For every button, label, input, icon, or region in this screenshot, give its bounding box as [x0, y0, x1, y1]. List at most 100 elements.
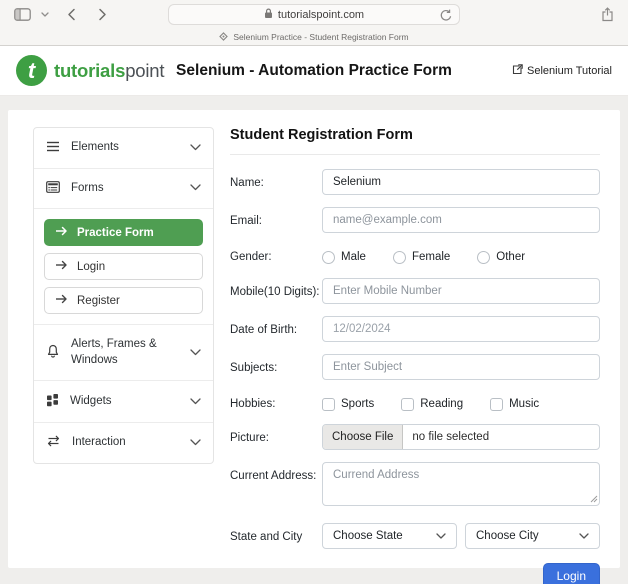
checkbox-label: Music — [509, 398, 539, 410]
lock-icon — [264, 6, 273, 24]
forms-card-list-icon — [46, 181, 60, 196]
tutorialspoint-logo[interactable]: t tutorialspoint — [16, 55, 164, 86]
logo-letter: t — [28, 58, 35, 84]
checkbox-label: Reading — [420, 398, 463, 410]
checkbox-label: Sports — [341, 398, 374, 410]
swap-arrows-icon — [46, 435, 61, 450]
chevron-down-icon — [190, 347, 201, 359]
radio-label: Other — [496, 251, 525, 263]
state-city-label: State and City — [230, 523, 322, 549]
sidebar-item-alerts-frames-windows[interactable]: Alerts, Frames & Windows — [34, 325, 213, 381]
name-label: Name: — [230, 169, 322, 195]
radio-icon — [393, 251, 406, 264]
login-submit-button[interactable]: Login — [543, 563, 600, 584]
arrow-right-icon — [55, 226, 68, 239]
chevron-down-icon — [436, 530, 446, 542]
name-input[interactable] — [322, 169, 600, 195]
chevron-down-icon — [190, 142, 201, 154]
picture-file-input[interactable]: Choose File no file selected — [322, 424, 600, 450]
radio-label: Male — [341, 251, 366, 263]
logo-circle-icon: t — [16, 55, 47, 86]
hobby-checkbox-reading[interactable]: Reading — [401, 398, 463, 411]
state-select-value: Choose State — [333, 530, 436, 542]
sidebar-item-interaction[interactable]: Interaction — [34, 423, 213, 463]
submenu-item-label: Practice Form — [77, 227, 154, 239]
back-icon[interactable] — [65, 6, 78, 23]
address-bar[interactable]: tutorialspoint.com — [168, 4, 460, 25]
resize-grip-icon[interactable] — [590, 490, 598, 508]
share-icon[interactable] — [599, 5, 616, 24]
sidebar-item-practice-form[interactable]: Practice Form — [44, 219, 203, 246]
form-row-subjects: Subjects: — [230, 354, 600, 380]
submenu-item-label: Login — [77, 261, 105, 273]
subjects-input[interactable] — [322, 354, 600, 380]
hobbies-label: Hobbies: — [230, 392, 322, 413]
form-row-address: Current Address: — [230, 462, 600, 511]
form-row-mobile: Mobile(10 Digits): — [230, 278, 600, 304]
chevron-down-icon — [190, 396, 201, 408]
reload-icon[interactable] — [440, 9, 452, 27]
hobby-checkbox-music[interactable]: Music — [490, 398, 539, 411]
file-status-text: no file selected — [403, 431, 489, 443]
email-field[interactable] — [322, 207, 600, 233]
selenium-tutorial-link[interactable]: Selenium Tutorial — [512, 64, 612, 78]
address-label: Current Address: — [230, 462, 322, 511]
submenu-item-label: Register — [77, 295, 120, 307]
forms-submenu: Practice Form Login Register — [34, 209, 213, 325]
sidebar-toggle-icon[interactable] — [12, 6, 33, 23]
sidebar-item-login[interactable]: Login — [44, 253, 203, 280]
form-row-state-city: State and City Choose State Choose City — [230, 523, 600, 549]
sidebar-item-label: Alerts, Frames & Windows — [71, 337, 179, 368]
logo-text-light: point — [125, 60, 164, 81]
sidebar-item-label: Interaction — [72, 435, 179, 451]
mobile-label: Mobile(10 Digits): — [230, 278, 322, 304]
subjects-label: Subjects: — [230, 354, 322, 380]
logo-text: tutorialspoint — [54, 60, 164, 82]
radio-icon — [322, 251, 335, 264]
checkbox-icon — [490, 398, 503, 411]
forward-icon[interactable] — [96, 6, 109, 23]
radio-icon — [477, 251, 490, 264]
sidebar-item-elements[interactable]: Elements — [34, 128, 213, 169]
radio-label: Female — [412, 251, 450, 263]
form-title: Student Registration Form — [230, 127, 600, 155]
registration-form: Student Registration Form Name: Email: G… — [230, 127, 600, 568]
tab-bar[interactable]: Selenium Practice - Student Registration… — [0, 29, 628, 45]
mobile-input[interactable] — [322, 278, 600, 304]
form-row-submit: Login — [230, 561, 600, 584]
sidebar-item-widgets[interactable]: Widgets — [34, 381, 213, 423]
state-select[interactable]: Choose State — [322, 523, 457, 549]
sidebar-item-label: Elements — [71, 140, 179, 156]
chevron-down-icon — [190, 437, 201, 449]
tab-title: Selenium Practice - Student Registration… — [233, 32, 408, 42]
gender-radio-female[interactable]: Female — [393, 251, 450, 264]
form-row-email: Email: — [230, 207, 600, 233]
gender-radio-other[interactable]: Other — [477, 251, 525, 264]
choose-file-button[interactable]: Choose File — [323, 425, 403, 449]
sidebar-item-forms[interactable]: Forms — [34, 169, 213, 210]
sidebar-chevron-down-icon[interactable] — [39, 10, 51, 19]
sidebar-item-register[interactable]: Register — [44, 287, 203, 314]
tutorial-link-label: Selenium Tutorial — [527, 65, 612, 77]
sidebar-accordion: Elements Forms Practice Form — [33, 127, 214, 464]
form-row-name: Name: — [230, 169, 600, 195]
checkbox-icon — [401, 398, 414, 411]
page-title: Selenium - Automation Practice Form — [176, 62, 452, 80]
arrow-right-icon — [55, 294, 68, 307]
logo-text-bold: tutorials — [54, 60, 125, 81]
form-row-picture: Picture: Choose File no file selected — [230, 424, 600, 450]
gender-radio-male[interactable]: Male — [322, 251, 366, 264]
form-row-hobbies: Hobbies: Sports Reading Music — [230, 392, 600, 413]
email-label: Email: — [230, 207, 322, 233]
gender-label: Gender: — [230, 245, 322, 266]
dob-input[interactable]: 12/02/2024 — [322, 316, 600, 342]
city-select[interactable]: Choose City — [465, 523, 600, 549]
diamond-favicon — [219, 28, 228, 46]
current-address-textarea[interactable] — [322, 462, 600, 506]
city-select-value: Choose City — [476, 530, 579, 542]
external-link-icon — [512, 64, 523, 78]
hobby-checkbox-sports[interactable]: Sports — [322, 398, 374, 411]
site-header: t tutorialspoint Selenium - Automation P… — [0, 46, 628, 96]
chevron-down-icon — [579, 530, 589, 542]
sidebar-item-label: Forms — [71, 181, 179, 197]
